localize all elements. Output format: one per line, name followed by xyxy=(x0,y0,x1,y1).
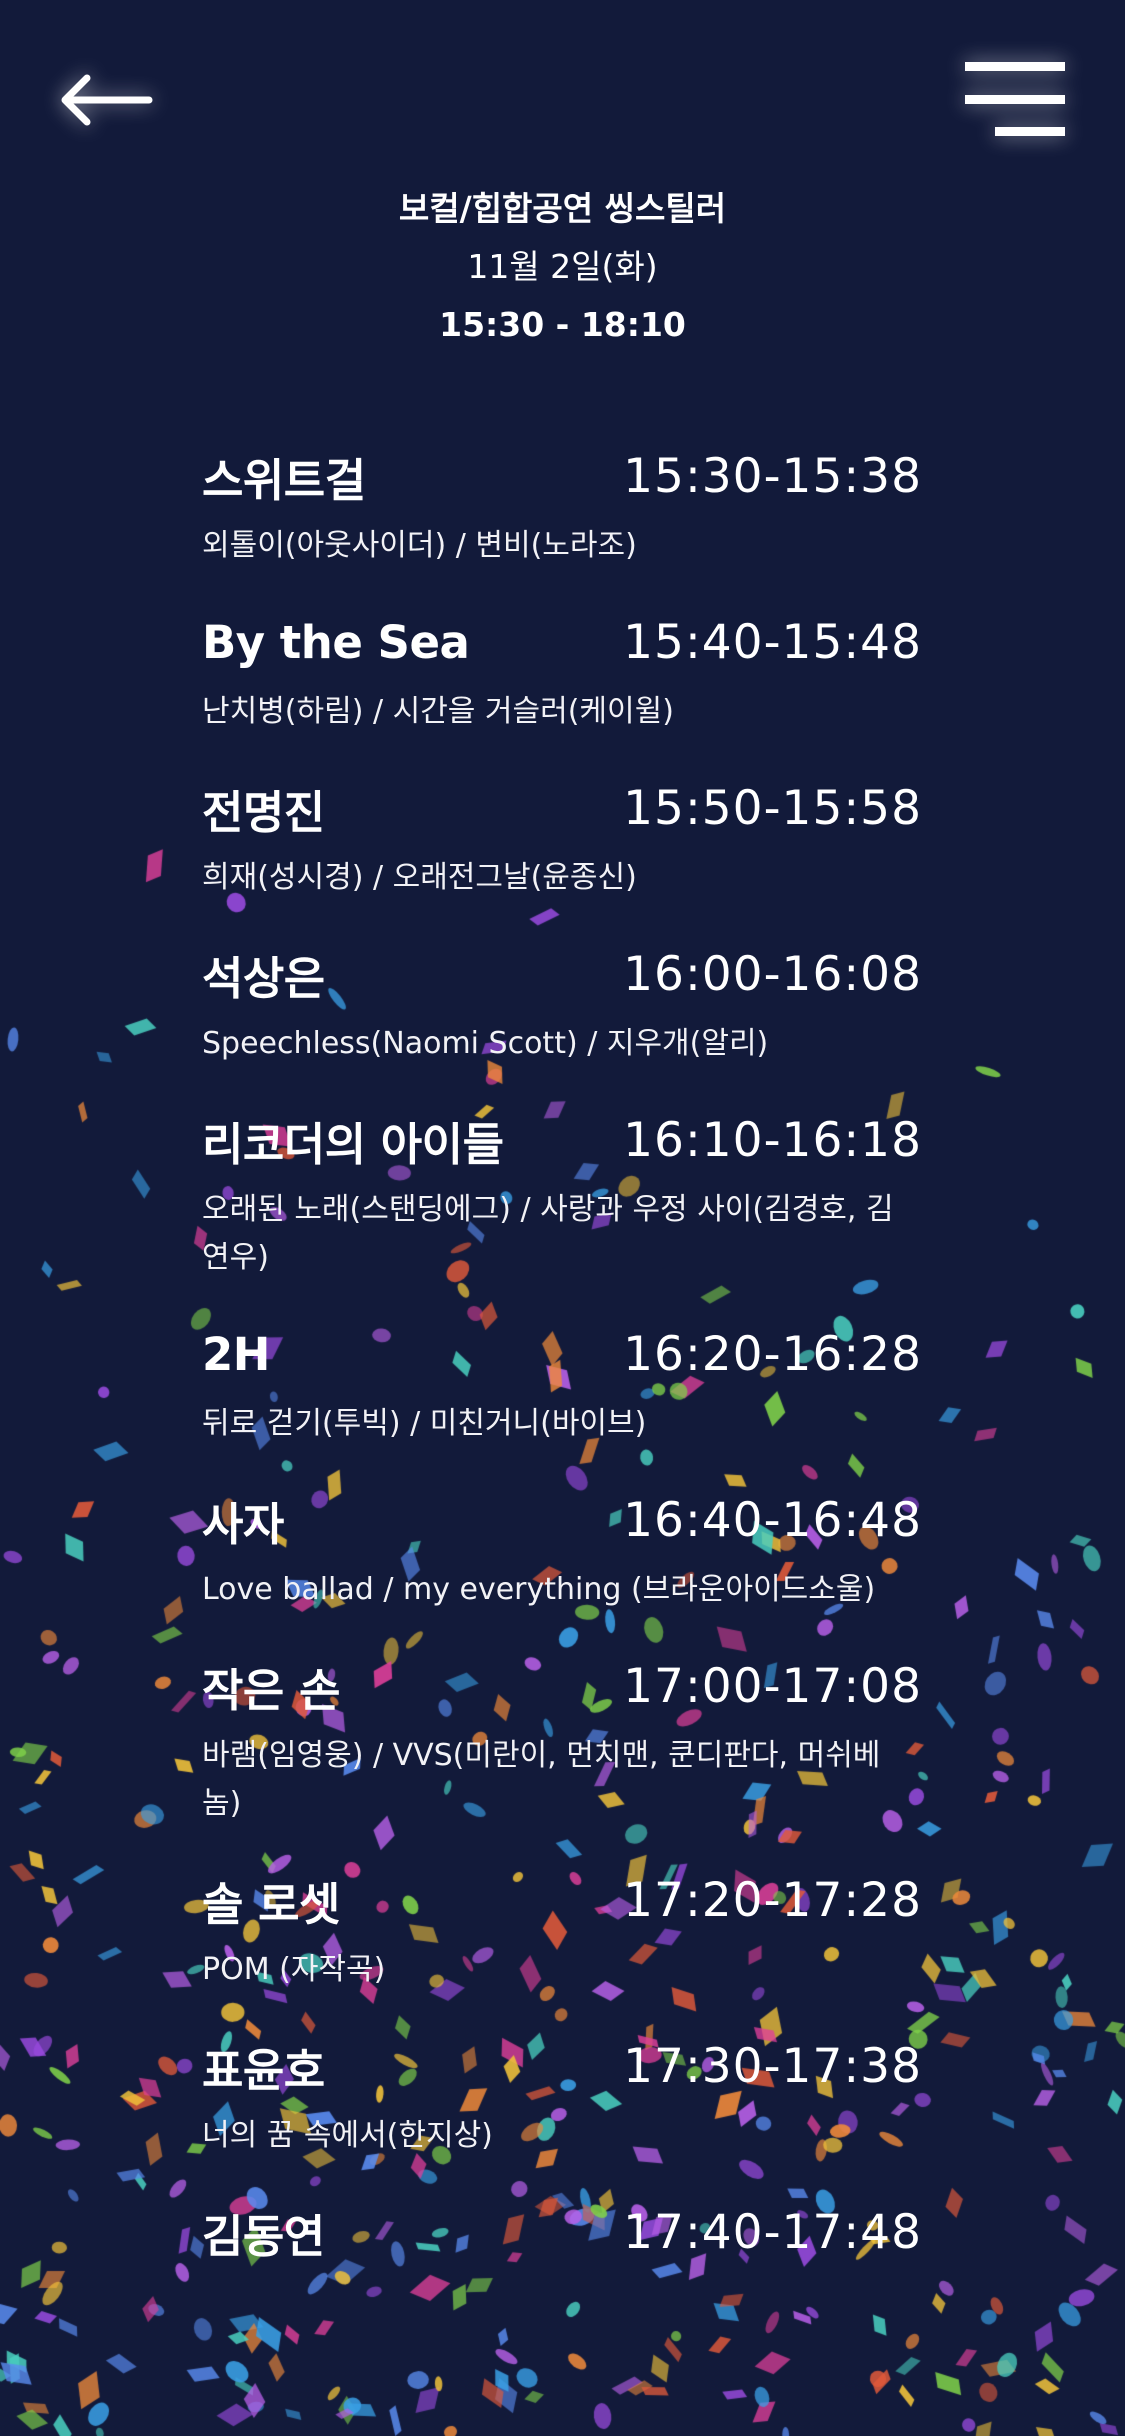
schedule-item-header: 김동연 17:40-17:48 xyxy=(202,2186,922,2278)
performance-time: 17:00-17:08 xyxy=(623,1658,922,1714)
song-list: Love ballad / my everything (브라운아이드소울) xyxy=(202,1572,876,1607)
schedule-item: 2H 16:20-16:28 뒤로 걷기(투빅) / 미친거니(바이브) xyxy=(202,1308,922,1448)
schedule-item-header: 2H 16:20-16:28 xyxy=(202,1308,922,1400)
performer-name: 작은 손 xyxy=(202,1663,340,1717)
arrow-left-icon xyxy=(61,74,153,126)
song-list: 외톨이(아웃사이더) / 변비(노라조) xyxy=(202,528,637,563)
performer-name: 사자 xyxy=(202,1497,284,1551)
back-button[interactable] xyxy=(50,55,160,145)
song-list: 바램(임영웅) / VVS(미란이, 먼치맨, 쿤디판다, 머쉬베놈) xyxy=(202,1738,881,1821)
schedule-item: By the Sea 15:40-15:48 난치병(하림) / 시간을 거슬러(케… xyxy=(202,596,922,736)
hamburger-menu-icon xyxy=(965,62,1065,136)
menu-button[interactable] xyxy=(955,50,1075,150)
schedule-item: 스위트걸 15:30-15:38 외톨이(아웃사이더) / 변비(노라조) xyxy=(202,430,922,570)
performance-schedule: 스위트걸 15:30-15:38 외톨이(아웃사이더) / 변비(노라조) By th… xyxy=(202,430,922,2304)
song-list: Speechless(Naomi Scott) / 지우개(알리) xyxy=(202,1026,769,1061)
schedule-item: 표윤호 17:30-17:38 너의 꿈 속에서(한지상) xyxy=(202,2020,922,2160)
top-bar xyxy=(0,0,1125,180)
performance-time: 15:40-15:48 xyxy=(623,614,922,670)
performer-name: 석상은 xyxy=(202,951,325,1005)
song-list: POM (자작곡) xyxy=(202,1952,386,1987)
event-header: 보컬/힙합공연 씽스틸러 11월 2일(화) 15:30 - 18:10 xyxy=(0,180,1125,354)
schedule-item-header: 사자 16:40-16:48 xyxy=(202,1474,922,1566)
performance-time: 15:50-15:58 xyxy=(623,780,922,836)
schedule-item-header: By the Sea 15:40-15:48 xyxy=(202,596,922,688)
performance-time: 15:30-15:38 xyxy=(623,448,922,504)
performer-name: 스위트걸 xyxy=(202,453,366,507)
performer-name: 리코더의 아이들 xyxy=(202,1117,504,1171)
performer-name: 전명진 xyxy=(202,785,325,839)
event-title: 보컬/힙합공연 씽스틸러 xyxy=(398,189,727,228)
song-list: 뒤로 걷기(투빅) / 미친거니(바이브) xyxy=(202,1406,647,1441)
schedule-item: 김동연 17:40-17:48 xyxy=(202,2186,922,2278)
schedule-item-header: 솔 로셋 17:20-17:28 xyxy=(202,1854,922,1946)
schedule-item-header: 작은 손 17:00-17:08 xyxy=(202,1640,922,1732)
performance-time: 16:40-16:48 xyxy=(623,1492,922,1548)
performance-time: 16:20-16:28 xyxy=(623,1326,922,1382)
schedule-item: 사자 16:40-16:48 Love ballad / my everything… xyxy=(202,1474,922,1614)
song-list: 너의 꿈 속에서(한지상) xyxy=(202,2118,493,2153)
performer-name: 표윤호 xyxy=(202,2043,325,2097)
performance-time: 17:40-17:48 xyxy=(623,2204,922,2260)
schedule-item-header: 스위트걸 15:30-15:38 xyxy=(202,430,922,522)
performer-name: 솔 로셋 xyxy=(202,1877,340,1931)
performance-time: 17:30-17:38 xyxy=(623,2038,922,2094)
schedule-item: 석상은 16:00-16:08 Speechless(Naomi Scott) / … xyxy=(202,928,922,1068)
schedule-item-header: 리코더의 아이들 16:10-16:18 xyxy=(202,1094,922,1186)
performer-name: 김동연 xyxy=(202,2209,325,2263)
performance-time: 17:20-17:28 xyxy=(623,1872,922,1928)
schedule-item: 솔 로셋 17:20-17:28 POM (자작곡) xyxy=(202,1854,922,1994)
schedule-item: 작은 손 17:00-17:08 바램(임영웅) / VVS(미란이, 먼치맨, 쿤… xyxy=(202,1640,922,1828)
schedule-item-header: 석상은 16:00-16:08 xyxy=(202,928,922,1020)
event-date: 11월 2일(화) xyxy=(467,247,658,286)
song-list: 난치병(하림) / 시간을 거슬러(케이윌) xyxy=(202,694,674,729)
event-time-range: 15:30 - 18:10 xyxy=(439,305,686,344)
song-list: 희재(성시경) / 오래전그날(윤종신) xyxy=(202,860,637,895)
performance-time: 16:10-16:18 xyxy=(623,1112,922,1168)
schedule-item: 리코더의 아이들 16:10-16:18 오래된 노래(스탠딩에그) / 사랑과 우… xyxy=(202,1094,922,1282)
performance-time: 16:00-16:08 xyxy=(623,946,922,1002)
schedule-item-header: 표윤호 17:30-17:38 xyxy=(202,2020,922,2112)
song-list: 오래된 노래(스탠딩에그) / 사랑과 우정 사이(김경호, 김연우) xyxy=(202,1192,894,1275)
schedule-item-header: 전명진 15:50-15:58 xyxy=(202,762,922,854)
performer-name: By the Sea xyxy=(202,615,470,669)
schedule-item: 전명진 15:50-15:58 희재(성시경) / 오래전그날(윤종신) xyxy=(202,762,922,902)
performer-name: 2H xyxy=(202,1327,270,1381)
